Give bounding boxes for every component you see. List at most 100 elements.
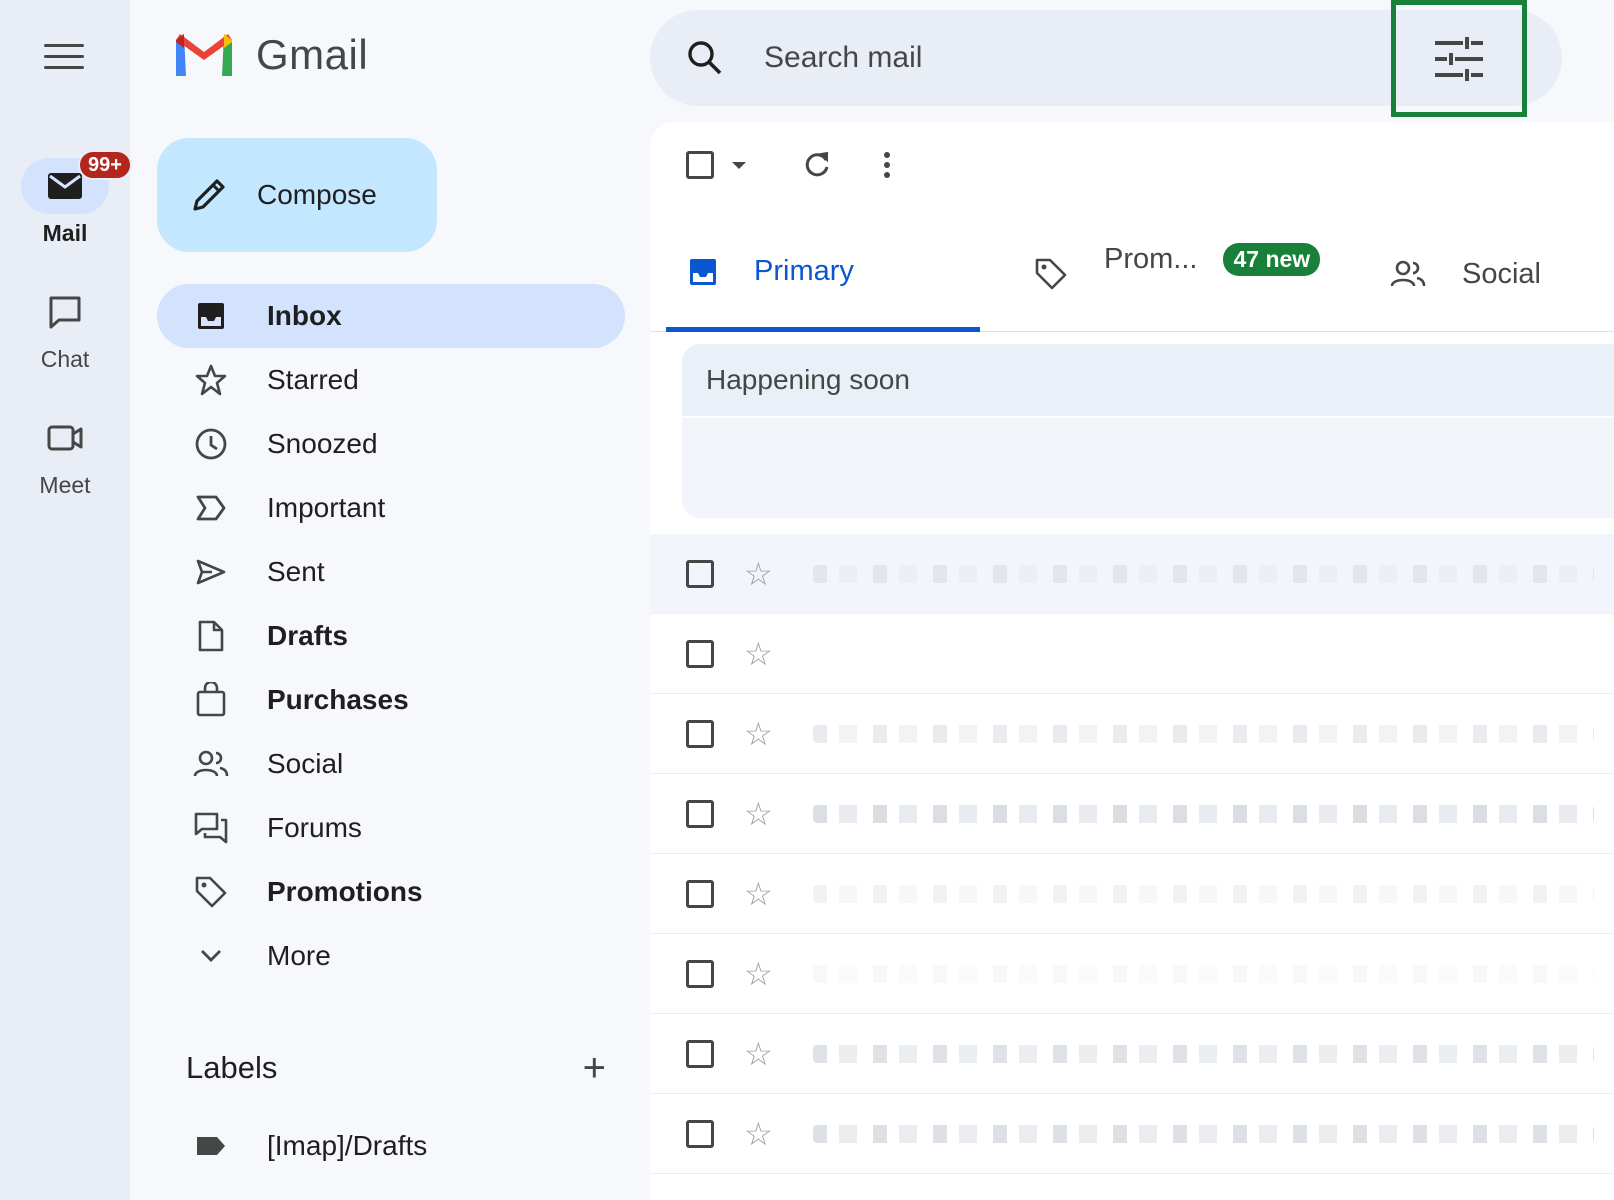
happening-soon-title: Happening soon (706, 364, 910, 395)
nav-label: More (267, 940, 331, 971)
tag-icon (1035, 258, 1067, 290)
rail-item-meet[interactable]: Meet (0, 410, 130, 499)
happening-soon-header: Happening soon (682, 344, 1614, 416)
send-icon (196, 559, 226, 585)
app-rail: 99+ Mail Chat Meet (0, 0, 132, 1200)
clock-icon (195, 428, 227, 460)
email-row[interactable]: ☆ (650, 934, 1614, 1014)
tab-label: Social (1462, 257, 1541, 290)
important-icon (196, 495, 226, 521)
rail-item-chat[interactable]: Chat (0, 284, 130, 373)
nav-label: Purchases (267, 684, 409, 715)
more-vert-icon[interactable] (882, 150, 892, 180)
star-icon[interactable]: ☆ (744, 798, 773, 830)
unread-badge: 99+ (78, 150, 132, 180)
row-checkbox[interactable] (686, 799, 714, 828)
nav-label: Forums (267, 812, 362, 843)
inbox-icon (198, 303, 224, 329)
nav-item-snoozed[interactable]: Snoozed (157, 412, 625, 476)
tab-promotions[interactable]: Prom... 47 new (1034, 216, 1321, 332)
nav-item-inbox[interactable]: Inbox (157, 284, 625, 348)
redacted-preview (812, 1124, 1594, 1143)
nav-item-starred[interactable]: Starred (157, 348, 625, 412)
add-label-icon[interactable]: + (583, 1048, 606, 1088)
nav-label: Starred (267, 364, 359, 395)
row-checkbox[interactable] (686, 1039, 714, 1068)
rail-item-label: Chat (40, 346, 90, 372)
people-icon (193, 750, 229, 777)
nav-item-drafts[interactable]: Drafts (157, 604, 625, 668)
nav-label: [Imap]/Drafts (267, 1130, 428, 1161)
select-all-checkbox[interactable] (686, 151, 714, 179)
tab-primary[interactable]: Primary (666, 216, 980, 332)
labels-title: Labels (186, 1050, 278, 1085)
nav-item-social[interactable]: Social (157, 732, 625, 796)
search-icon[interactable] (686, 39, 724, 77)
rail-item-label: Meet (39, 472, 91, 498)
nav-item-promotions[interactable]: Promotions (157, 860, 625, 924)
refresh-icon[interactable] (802, 150, 832, 180)
star-icon[interactable]: ☆ (744, 1118, 773, 1150)
star-icon[interactable]: ☆ (744, 958, 773, 990)
tune-icon (1435, 36, 1483, 81)
select-dropdown-icon[interactable] (732, 161, 746, 169)
email-row[interactable]: ☆ (650, 774, 1614, 854)
search-options-button[interactable] (1391, 0, 1527, 117)
labels-header: Labels + (186, 1048, 606, 1088)
video-camera-icon (47, 425, 83, 451)
email-row[interactable]: ☆ (650, 614, 1614, 694)
label-item-imap-drafts[interactable]: [Imap]/Drafts (157, 1114, 625, 1178)
shopping-bag-icon (196, 682, 226, 717)
nav-label: Drafts (267, 620, 348, 651)
row-checkbox[interactable] (686, 719, 714, 748)
star-icon[interactable]: ☆ (744, 1038, 773, 1070)
nav-item-sent[interactable]: Sent (157, 540, 625, 604)
redacted-preview (812, 1044, 1594, 1063)
category-tabs: Primary Prom... 47 new Social (650, 216, 1614, 332)
email-row[interactable]: ☆ (650, 854, 1614, 934)
nav-label: Inbox (267, 300, 342, 331)
star-icon (195, 364, 227, 396)
tab-label: Prom... (1104, 242, 1198, 275)
main-menu-icon[interactable] (44, 44, 84, 74)
tab-social[interactable]: Social (1390, 216, 1541, 332)
nav-item-more[interactable]: More (157, 924, 625, 988)
folder-nav: Inbox Starred Snoozed Important Sent Dra… (157, 284, 625, 988)
happening-soon-card[interactable] (682, 418, 1614, 518)
rail-item-label: Mail (42, 220, 88, 246)
row-checkbox[interactable] (686, 879, 714, 908)
draft-icon (198, 620, 224, 652)
nav-item-forums[interactable]: Forums (157, 796, 625, 860)
gmail-logo[interactable]: Gmail (172, 30, 368, 80)
tag-icon (195, 876, 227, 908)
star-icon[interactable]: ☆ (744, 718, 773, 750)
chat-icon (49, 296, 81, 329)
star-icon[interactable]: ☆ (744, 638, 773, 670)
redacted-preview (812, 564, 1594, 583)
nav-item-purchases[interactable]: Purchases (157, 668, 625, 732)
nav-label: Snoozed (267, 428, 378, 459)
rail-item-mail[interactable]: 99+ Mail (0, 150, 132, 247)
star-icon[interactable]: ☆ (744, 878, 773, 910)
email-list: ☆ ☆ ☆ ☆ ☆ ☆ ☆ ☆ (650, 534, 1614, 1174)
redacted-preview (812, 884, 1594, 903)
pencil-icon (193, 179, 225, 211)
compose-label: Compose (257, 179, 377, 210)
row-checkbox[interactable] (686, 1119, 714, 1148)
email-row[interactable]: ☆ (650, 1094, 1614, 1174)
redacted-preview (812, 724, 1594, 743)
nav-label: Important (267, 492, 386, 523)
row-checkbox[interactable] (686, 559, 714, 588)
nav-item-important[interactable]: Important (157, 476, 625, 540)
row-checkbox[interactable] (686, 639, 714, 668)
gmail-m-icon (176, 34, 232, 76)
compose-button[interactable]: Compose (157, 138, 437, 252)
mail-icon (48, 173, 82, 199)
star-icon[interactable]: ☆ (744, 558, 773, 590)
row-checkbox[interactable] (686, 959, 714, 988)
email-row[interactable]: ☆ (650, 1014, 1614, 1094)
search-input[interactable] (764, 41, 1364, 75)
email-row[interactable]: ☆ (650, 694, 1614, 774)
email-row[interactable]: ☆ (650, 534, 1614, 614)
nav-label: Social (267, 748, 344, 779)
